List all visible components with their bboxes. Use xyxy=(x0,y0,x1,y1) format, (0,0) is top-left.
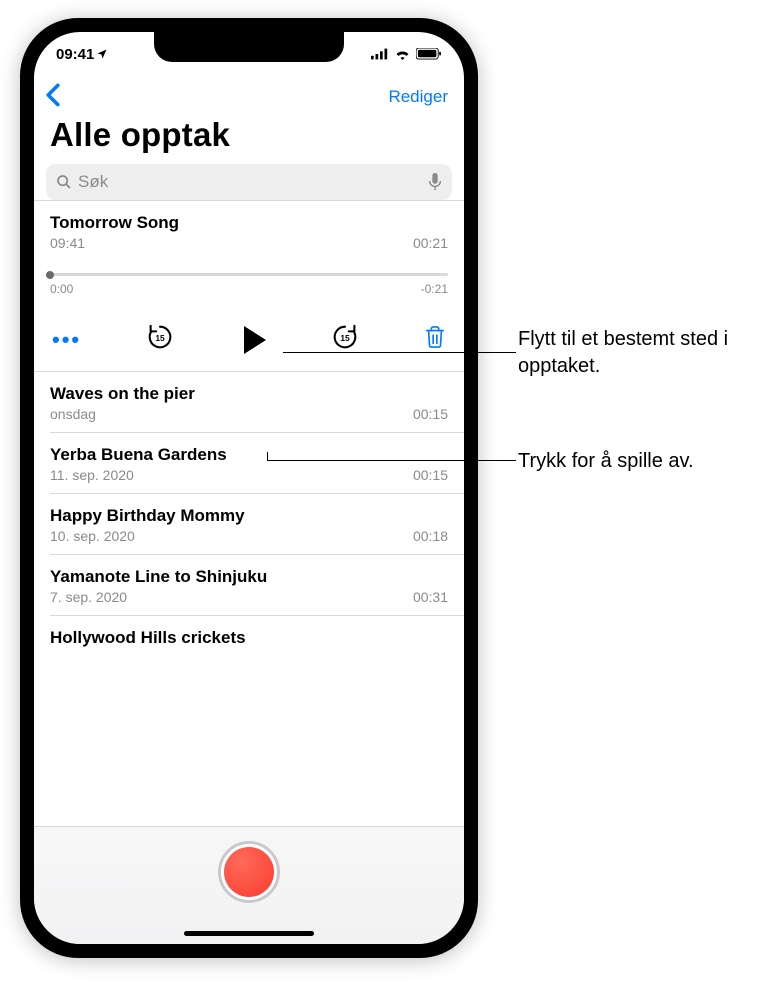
callout-line xyxy=(283,352,516,353)
recording-date: 7. sep. 2020 xyxy=(50,589,127,605)
skip-back-button[interactable]: 15 xyxy=(145,322,175,357)
recording-row[interactable]: Hollywood Hills crickets xyxy=(34,616,464,658)
location-icon xyxy=(96,48,108,60)
status-time: 09:41 xyxy=(56,46,94,63)
home-indicator[interactable] xyxy=(184,931,314,936)
remaining-time: -0:21 xyxy=(421,282,448,296)
edit-button[interactable]: Rediger xyxy=(388,87,448,107)
recordings-list[interactable]: Tomorrow Song 09:41 00:21 0:00 -0:21 ••• xyxy=(34,200,464,826)
search-placeholder: Søk xyxy=(78,172,422,192)
bottom-toolbar xyxy=(34,826,464,944)
callout-play: Trykk for å spille av. xyxy=(518,448,694,475)
more-options-button[interactable]: ••• xyxy=(52,327,81,353)
recording-title: Happy Birthday Mommy xyxy=(50,506,448,526)
dictation-icon[interactable] xyxy=(428,173,442,191)
callout-line xyxy=(267,452,268,460)
back-button[interactable] xyxy=(44,83,62,112)
play-icon xyxy=(244,326,266,354)
skip-forward-15-icon: 15 xyxy=(330,322,360,352)
play-button[interactable] xyxy=(240,326,266,354)
recording-duration: 00:31 xyxy=(413,589,448,605)
recording-title: Waves on the pier xyxy=(50,384,448,404)
svg-text:15: 15 xyxy=(340,333,350,343)
recording-duration: 00:15 xyxy=(413,467,448,483)
phone-frame: 09:41 Rediger Alle opptak Søk xyxy=(20,18,478,958)
phone-screen: 09:41 Rediger Alle opptak Søk xyxy=(34,32,464,944)
scrubber-knob[interactable] xyxy=(46,271,54,279)
page-title: Alle opptak xyxy=(34,116,464,160)
svg-text:15: 15 xyxy=(156,333,166,343)
recording-title: Yamanote Line to Shinjuku xyxy=(50,567,448,587)
notch xyxy=(154,32,344,62)
callout-line xyxy=(267,460,516,461)
playback-scrubber[interactable] xyxy=(50,273,448,276)
recording-duration: 00:21 xyxy=(413,235,448,251)
chevron-left-icon xyxy=(44,83,62,107)
cellular-icon xyxy=(371,48,389,60)
recording-date: 10. sep. 2020 xyxy=(50,528,135,544)
record-button[interactable] xyxy=(218,841,280,903)
recording-expanded[interactable]: Tomorrow Song 09:41 00:21 0:00 -0:21 ••• xyxy=(34,201,464,371)
recording-title: Yerba Buena Gardens xyxy=(50,445,448,465)
callout-scrub: Flytt til et bestemt sted i opptaket. xyxy=(518,326,768,380)
trash-icon xyxy=(424,325,446,349)
recording-row[interactable]: Yerba Buena Gardens 11. sep. 2020 00:15 xyxy=(34,433,464,493)
record-icon xyxy=(224,847,274,897)
search-icon xyxy=(56,174,72,190)
wifi-icon xyxy=(394,48,411,60)
recording-date: 11. sep. 2020 xyxy=(50,467,134,483)
battery-icon xyxy=(416,48,442,60)
navigation-bar: Rediger xyxy=(34,76,464,116)
skip-back-15-icon: 15 xyxy=(145,322,175,352)
recording-time: 09:41 xyxy=(50,235,85,251)
delete-button[interactable] xyxy=(424,325,446,354)
search-input[interactable]: Søk xyxy=(46,164,452,200)
elapsed-time: 0:00 xyxy=(50,282,73,296)
recording-title: Hollywood Hills crickets xyxy=(50,628,448,648)
recording-duration: 00:18 xyxy=(413,528,448,544)
recording-title: Tomorrow Song xyxy=(50,213,448,233)
recording-row[interactable]: Waves on the pier onsdag 00:15 xyxy=(34,372,464,432)
recording-date: onsdag xyxy=(50,406,96,422)
recording-row[interactable]: Happy Birthday Mommy 10. sep. 2020 00:18 xyxy=(34,494,464,554)
recording-row[interactable]: Yamanote Line to Shinjuku 7. sep. 2020 0… xyxy=(34,555,464,615)
recording-duration: 00:15 xyxy=(413,406,448,422)
